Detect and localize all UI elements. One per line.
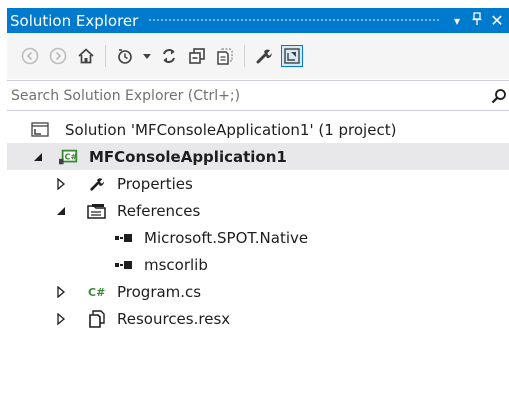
csharp-file-icon: C#: [87, 283, 107, 301]
collapsed-arrow-icon[interactable]: [55, 285, 67, 298]
tree-item-properties[interactable]: Properties: [7, 170, 509, 197]
tree-item-references[interactable]: References: [7, 197, 509, 224]
tree-item-label: MFConsoleApplication1: [89, 147, 287, 166]
preview-selected-items-button[interactable]: [281, 45, 303, 67]
chevron-down-icon: [143, 53, 151, 59]
references-folder-icon: [87, 202, 107, 220]
sync-button[interactable]: [158, 45, 180, 67]
tree-item-solution[interactable]: Solution 'MFConsoleApplication1' (1 proj…: [7, 116, 509, 143]
window-position-dropdown-button[interactable]: ▾: [449, 14, 465, 28]
back-button[interactable]: [19, 45, 41, 67]
show-all-files-button[interactable]: [214, 45, 236, 67]
pending-changes-filter-icon: [118, 49, 132, 64]
home-icon: [78, 48, 94, 64]
tree-item-label: mscorlib: [144, 255, 208, 274]
solution-tree: Solution 'MFConsoleApplication1' (1 proj…: [7, 116, 509, 332]
close-button[interactable]: ✕: [489, 11, 505, 30]
auto-hide-pin-button[interactable]: [469, 12, 485, 29]
tree-item-reference[interactable]: mscorlib: [7, 251, 509, 278]
properties-button[interactable]: [253, 45, 275, 67]
preview-selected-items-icon: [284, 48, 300, 64]
sync-icon: [163, 49, 175, 63]
tree-item-label: References: [117, 201, 201, 220]
search-box[interactable]: Search Solution Explorer (Ctrl+;): [7, 80, 509, 111]
show-all-files-icon: [217, 48, 233, 65]
tree-item-resources-resx[interactable]: Resources.resx: [7, 305, 509, 332]
back-icon: [21, 47, 39, 65]
tree-item-reference[interactable]: Microsoft.SPOT.Native: [7, 224, 509, 251]
expanded-arrow-icon[interactable]: [55, 205, 67, 217]
properties-icon: [256, 49, 272, 64]
solution-explorer-titlebar[interactable]: Solution Explorer ▾ ✕: [7, 8, 509, 33]
tree-item-label: Properties: [117, 174, 193, 193]
tree-item-label: Program.cs: [117, 282, 202, 301]
toolbar-separator: [244, 45, 245, 67]
collapsed-arrow-icon[interactable]: [55, 312, 67, 325]
resx-file-icon: [87, 309, 107, 328]
pending-changes-filter-button[interactable]: [114, 45, 136, 67]
forward-button[interactable]: [47, 45, 69, 67]
search-input[interactable]: Search Solution Explorer (Ctrl+;): [7, 88, 485, 104]
search-icon: [491, 88, 506, 103]
expanded-arrow-icon[interactable]: [32, 151, 44, 163]
solution-icon: [30, 121, 50, 139]
tree-item-project[interactable]: C# MFConsoleApplication1: [7, 143, 509, 170]
tree-item-label: Microsoft.SPOT.Native: [144, 228, 309, 247]
tree-item-program-cs[interactable]: C# Program.cs: [7, 278, 509, 305]
home-button[interactable]: [75, 45, 97, 67]
assembly-reference-icon: [114, 256, 134, 274]
search-button[interactable]: [485, 88, 507, 104]
pin-icon: [472, 12, 482, 25]
assembly-reference-icon: [114, 229, 134, 247]
svg-text:C#: C#: [88, 286, 105, 299]
window-title: Solution Explorer: [10, 11, 139, 30]
csharp-project-icon: C#: [59, 148, 79, 166]
tree-item-label: Resources.resx: [117, 309, 231, 328]
collapsed-arrow-icon[interactable]: [55, 177, 67, 190]
svg-text:C#: C#: [64, 151, 77, 161]
toolbar-separator: [105, 45, 106, 67]
wrench-icon: [87, 175, 107, 193]
collapse-all-button[interactable]: [186, 45, 208, 67]
solution-explorer-toolbar: [7, 33, 509, 79]
drag-grip[interactable]: [148, 18, 439, 23]
filter-dropdown-button[interactable]: [142, 53, 152, 59]
collapse-all-icon: [189, 48, 205, 64]
tree-item-label: Solution 'MFConsoleApplication1' (1 proj…: [65, 120, 397, 139]
forward-icon: [49, 47, 67, 65]
